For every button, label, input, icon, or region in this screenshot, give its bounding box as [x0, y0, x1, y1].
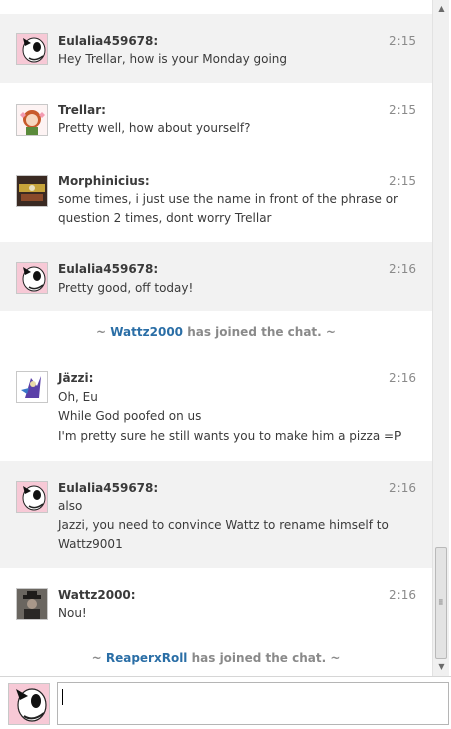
user-avatar[interactable]: [16, 371, 48, 403]
join-suffix: ~: [330, 651, 341, 665]
message-timestamp: 2:15: [389, 103, 416, 117]
chat-message: Eulalia459678: 2:16 Pretty good, off tod…: [0, 242, 432, 311]
hat-figure-avatar-icon: [17, 589, 47, 619]
message-username[interactable]: Eulalia459678:: [58, 262, 158, 276]
spike-cartoon-avatar-icon: [17, 34, 47, 64]
chat-message: Jäzzi: 2:16 Oh, Eu While God poofed on u…: [0, 351, 432, 461]
user-avatar[interactable]: [16, 175, 48, 207]
join-prefix: ~: [96, 325, 107, 339]
join-text: has joined the chat.: [191, 651, 327, 665]
message-timestamp: 2:16: [389, 481, 416, 495]
join-username[interactable]: ReaperxRoll: [106, 651, 188, 665]
message-text: Oh, Eu: [58, 390, 98, 404]
message-username[interactable]: Trellar:: [58, 103, 106, 117]
vertical-scrollbar[interactable]: ▲ ━ ━ ━ ▼: [432, 0, 449, 676]
chat-window: Eulalia459678: 2:15 Hey Trellar, how is …: [0, 0, 451, 729]
message-timestamp: 2:16: [389, 262, 416, 276]
message-input[interactable]: [57, 682, 449, 725]
join-notice: ~ Wattz2000 has joined the chat. ~: [0, 325, 432, 339]
spike-cartoon-avatar-icon: [17, 263, 47, 293]
chat-message: Eulalia459678: 2:15 Hey Trellar, how is …: [0, 14, 432, 83]
spike-cartoon-avatar-icon: [9, 684, 49, 724]
message-text: question 2 times, dont worry Trellar: [58, 211, 272, 225]
user-avatar[interactable]: [16, 33, 48, 65]
chat-message: Morphinicius: 2:15 some times, i just us…: [0, 154, 432, 242]
message-list[interactable]: Eulalia459678: 2:15 Hey Trellar, how is …: [0, 0, 432, 676]
message-text: also: [58, 499, 83, 513]
message-text: Jazzi, you need to convince Wattz to ren…: [58, 518, 389, 532]
list-top-edge: [0, 0, 432, 14]
user-avatar[interactable]: [16, 262, 48, 294]
user-avatar[interactable]: [16, 588, 48, 620]
join-suffix: ~: [325, 325, 336, 339]
grip-icon: ━ ━ ━: [439, 597, 443, 608]
spike-cartoon-avatar-icon: [17, 482, 47, 512]
message-username[interactable]: Wattz2000:: [58, 588, 136, 602]
chat-message: Trellar: 2:15 Pretty well, how about you…: [0, 83, 432, 154]
join-prefix: ~: [91, 651, 102, 665]
message-composer: [0, 676, 451, 729]
redhead-girl-avatar-icon: [17, 105, 47, 135]
join-username[interactable]: Wattz2000: [110, 325, 183, 339]
message-timestamp: 2:15: [389, 34, 416, 48]
message-text: some times, i just use the name in front…: [58, 192, 398, 206]
text-caret: [62, 689, 63, 705]
scroll-up-arrow-icon[interactable]: ▲: [433, 2, 450, 16]
message-text: I'm pretty sure he still wants you to ma…: [58, 429, 402, 443]
message-text: Hey Trellar, how is your Monday going: [58, 52, 288, 66]
message-text: Pretty good, off today!: [58, 281, 194, 295]
user-avatar[interactable]: [16, 481, 48, 513]
message-username[interactable]: Jäzzi:: [58, 371, 93, 385]
message-username[interactable]: Eulalia459678:: [58, 34, 158, 48]
scrollbar-thumb[interactable]: ━ ━ ━: [435, 547, 447, 659]
chat-message: Eulalia459678: 2:16 also Jazzi, you need…: [0, 461, 432, 568]
message-text: Nou!: [58, 606, 87, 620]
join-notice: ~ ReaperxRoll has joined the chat. ~: [0, 651, 432, 665]
message-timestamp: 2:16: [389, 588, 416, 602]
message-username[interactable]: Eulalia459678:: [58, 481, 158, 495]
message-text: While God poofed on us: [58, 409, 202, 423]
self-avatar: [8, 683, 50, 725]
purple-character-avatar-icon: [17, 372, 47, 402]
user-avatar[interactable]: [16, 104, 48, 136]
message-timestamp: 2:15: [389, 174, 416, 188]
message-text: Wattz9001: [58, 537, 123, 551]
message-text: Pretty well, how about yourself?: [58, 121, 251, 135]
chat-message: Wattz2000: 2:16 Nou!: [0, 568, 432, 638]
join-text: has joined the chat.: [187, 325, 322, 339]
game-logo-avatar-icon: [17, 176, 47, 206]
message-username[interactable]: Morphinicius:: [58, 174, 150, 188]
scroll-down-arrow-icon[interactable]: ▼: [433, 660, 450, 674]
message-timestamp: 2:16: [389, 371, 416, 385]
